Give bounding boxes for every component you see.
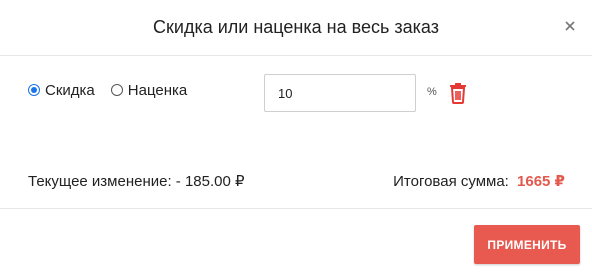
dialog-header: Скидка или наценка на весь заказ bbox=[0, 0, 592, 56]
footer-divider bbox=[0, 208, 592, 209]
dialog-title: Скидка или наценка на весь заказ bbox=[153, 17, 439, 37]
radio-markup-indicator[interactable] bbox=[110, 84, 123, 96]
discount-dialog: Скидка или наценка на весь заказ Скидка … bbox=[0, 0, 592, 278]
radio-markup-label: Наценка bbox=[127, 81, 188, 99]
apply-button[interactable]: ПРИМЕНИТЬ bbox=[474, 225, 580, 264]
trash-icon[interactable] bbox=[448, 82, 468, 104]
current-change-text: Текущее изменение: - 185.00 ₽ bbox=[28, 173, 245, 190]
close-icon[interactable] bbox=[560, 16, 580, 36]
radio-discount-label: Скидка bbox=[45, 81, 95, 99]
total-sum-label: Итоговая сумма: bbox=[393, 173, 509, 190]
total-sum-value: 1665 ₽ bbox=[517, 173, 565, 190]
adjustment-value-input[interactable] bbox=[264, 74, 416, 112]
radio-discount-indicator[interactable] bbox=[28, 84, 40, 96]
radio-markup[interactable]: Наценка bbox=[110, 81, 188, 99]
radio-discount[interactable]: Скидка bbox=[28, 82, 95, 99]
adjustment-type-group: Скидка Наценка bbox=[28, 76, 203, 104]
total-sum: Итоговая сумма: 1665 ₽ bbox=[393, 172, 565, 190]
percent-unit: % bbox=[427, 86, 437, 98]
